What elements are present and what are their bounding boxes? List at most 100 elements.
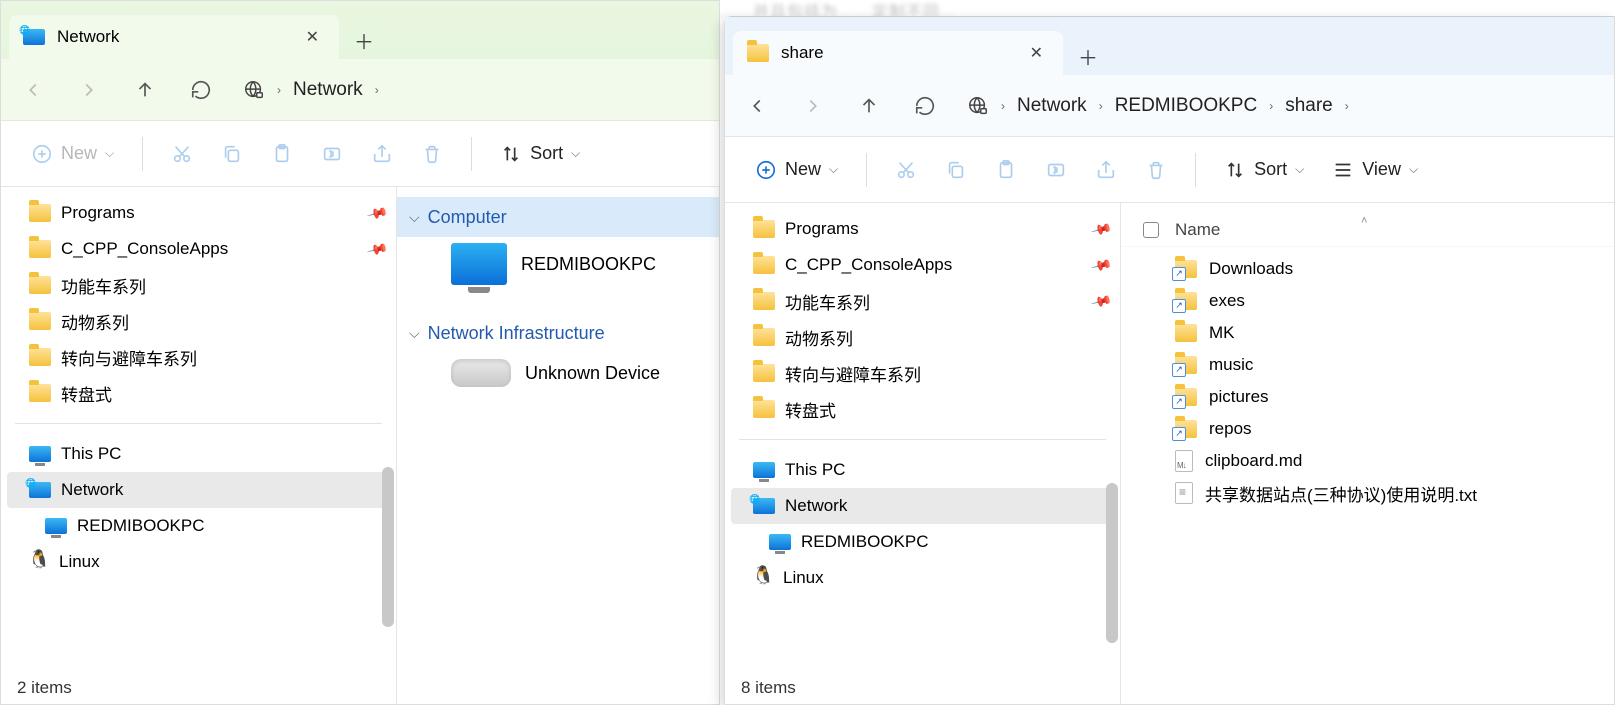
nav-quick-item[interactable]: 功能车系列📌 bbox=[725, 283, 1120, 319]
scrollbar[interactable] bbox=[1106, 483, 1118, 643]
file-row[interactable]: repos bbox=[1121, 413, 1614, 445]
chevron-right-icon[interactable]: › bbox=[1345, 99, 1349, 113]
sort-button[interactable]: Sort ⌵ bbox=[1214, 151, 1314, 189]
linux-icon bbox=[29, 552, 49, 572]
folder-shortcut-icon bbox=[1175, 356, 1197, 374]
close-tab-button[interactable]: ✕ bbox=[1024, 37, 1049, 69]
column-name[interactable]: Name bbox=[1175, 220, 1220, 240]
breadcrumb-segment[interactable]: REDMIBOOKPC bbox=[1115, 95, 1258, 117]
chevron-right-icon[interactable]: › bbox=[1269, 99, 1273, 113]
nav-quick-item[interactable]: Programs📌 bbox=[1, 195, 396, 231]
breadcrumb[interactable]: › Network › REDMIBOOKPC › share › bbox=[967, 95, 1349, 117]
nav-label: Network bbox=[61, 480, 123, 500]
tab-network[interactable]: Network ✕ bbox=[9, 15, 339, 59]
sort-button[interactable]: Sort ⌵ bbox=[490, 135, 590, 173]
forward-button[interactable] bbox=[799, 92, 827, 120]
nav-quick-item[interactable]: 功能车系列 bbox=[1, 267, 396, 303]
device-item[interactable]: Unknown Device bbox=[397, 353, 719, 393]
nav-quick-item[interactable]: 转向与避障车系列 bbox=[1, 339, 396, 375]
new-button[interactable]: New ⌵ bbox=[21, 135, 124, 173]
folder-icon bbox=[753, 400, 775, 418]
paste-button[interactable] bbox=[261, 135, 303, 173]
nav-label: 转向与避障车系列 bbox=[61, 345, 197, 370]
file-row[interactable]: exes bbox=[1121, 285, 1614, 317]
breadcrumb-segment[interactable]: Network bbox=[293, 79, 363, 101]
copy-button[interactable] bbox=[935, 151, 977, 189]
nav-network-computer[interactable]: REDMIBOOKPC bbox=[725, 524, 1120, 560]
file-name: Downloads bbox=[1209, 259, 1293, 279]
folder-icon bbox=[753, 292, 775, 310]
rename-button[interactable] bbox=[311, 135, 353, 173]
chevron-right-icon[interactable]: › bbox=[1099, 99, 1103, 113]
nav-network[interactable]: Network bbox=[731, 488, 1114, 524]
chevron-down-icon: ⌵ bbox=[571, 146, 580, 161]
nav-linux[interactable]: Linux bbox=[725, 560, 1120, 596]
close-tab-button[interactable]: ✕ bbox=[300, 21, 325, 53]
new-label: New bbox=[785, 159, 821, 180]
file-row[interactable]: MK bbox=[1121, 317, 1614, 349]
nav-quick-item[interactable]: C_CPP_ConsoleApps📌 bbox=[1, 231, 396, 267]
file-row[interactable]: clipboard.md bbox=[1121, 445, 1614, 477]
new-tab-button[interactable]: ＋ bbox=[1069, 37, 1107, 75]
breadcrumb-segment[interactable]: share bbox=[1285, 95, 1333, 117]
chevron-right-icon[interactable]: › bbox=[277, 83, 281, 97]
back-button[interactable] bbox=[19, 76, 47, 104]
refresh-button[interactable] bbox=[911, 92, 939, 120]
breadcrumb-segment[interactable]: Network bbox=[1017, 95, 1087, 117]
nav-quick-item[interactable]: C_CPP_ConsoleApps📌 bbox=[725, 247, 1120, 283]
up-button[interactable] bbox=[131, 76, 159, 104]
refresh-button[interactable] bbox=[187, 76, 215, 104]
nav-quick-item[interactable]: 转向与避障车系列 bbox=[725, 355, 1120, 391]
group-label: Network Infrastructure bbox=[428, 323, 605, 344]
nav-this-pc[interactable]: This PC bbox=[1, 436, 396, 472]
folder-shortcut-icon bbox=[1175, 260, 1197, 278]
file-row[interactable]: 共享数据站点(三种协议)使用说明.txt bbox=[1121, 477, 1614, 509]
new-tab-button[interactable]: ＋ bbox=[345, 21, 383, 59]
rename-button[interactable] bbox=[1035, 151, 1077, 189]
new-button[interactable]: New ⌵ bbox=[745, 151, 848, 189]
forward-button[interactable] bbox=[75, 76, 103, 104]
nav-quick-item[interactable]: 转盘式 bbox=[725, 391, 1120, 427]
file-row[interactable]: pictures bbox=[1121, 381, 1614, 413]
tab-share[interactable]: share ✕ bbox=[733, 31, 1063, 75]
nav-quick-item[interactable]: 动物系列 bbox=[1, 303, 396, 339]
group-infrastructure[interactable]: ⌵ Network Infrastructure bbox=[397, 313, 719, 353]
up-button[interactable] bbox=[855, 92, 883, 120]
nav-this-pc[interactable]: This PC bbox=[725, 452, 1120, 488]
breadcrumb[interactable]: › Network › bbox=[243, 79, 379, 101]
group-computer[interactable]: ⌵ Computer bbox=[397, 197, 719, 237]
computer-item[interactable]: REDMIBOOKPC bbox=[397, 237, 719, 291]
nav-quick-item[interactable]: 动物系列 bbox=[725, 319, 1120, 355]
nav-network-computer[interactable]: REDMIBOOKPC bbox=[1, 508, 396, 544]
body: Programs📌 C_CPP_ConsoleApps📌 功能车系列📌 动物系列… bbox=[725, 203, 1614, 704]
scrollbar[interactable] bbox=[382, 467, 394, 627]
share-button[interactable] bbox=[1085, 151, 1127, 189]
folder-icon bbox=[29, 276, 51, 294]
nav-quick-item[interactable]: 转盘式 bbox=[1, 375, 396, 411]
delete-button[interactable] bbox=[1135, 151, 1177, 189]
pc-icon bbox=[29, 446, 51, 462]
share-button[interactable] bbox=[361, 135, 403, 173]
nav-quick-item[interactable]: Programs📌 bbox=[725, 211, 1120, 247]
nav-linux[interactable]: Linux bbox=[1, 544, 396, 580]
nav-network[interactable]: Network bbox=[7, 472, 390, 508]
nav-label: 转向与避障车系列 bbox=[785, 361, 921, 386]
column-header[interactable]: Name ˄ bbox=[1121, 213, 1614, 247]
select-all-checkbox[interactable] bbox=[1143, 222, 1159, 238]
paste-button[interactable] bbox=[985, 151, 1027, 189]
folder-icon bbox=[753, 364, 775, 382]
cut-button[interactable] bbox=[161, 135, 203, 173]
file-row[interactable]: music bbox=[1121, 349, 1614, 381]
file-row[interactable]: Downloads bbox=[1121, 253, 1614, 285]
file-name: clipboard.md bbox=[1205, 451, 1302, 471]
view-button[interactable]: View ⌵ bbox=[1322, 151, 1428, 189]
copy-button[interactable] bbox=[211, 135, 253, 173]
body: Programs📌 C_CPP_ConsoleApps📌 功能车系列 动物系列 … bbox=[1, 187, 719, 704]
nav-label: This PC bbox=[61, 444, 121, 464]
back-button[interactable] bbox=[743, 92, 771, 120]
chevron-right-icon[interactable]: › bbox=[1001, 99, 1005, 113]
cut-button[interactable] bbox=[885, 151, 927, 189]
nav-label: C_CPP_ConsoleApps bbox=[61, 239, 228, 259]
delete-button[interactable] bbox=[411, 135, 453, 173]
chevron-right-icon[interactable]: › bbox=[375, 83, 379, 97]
